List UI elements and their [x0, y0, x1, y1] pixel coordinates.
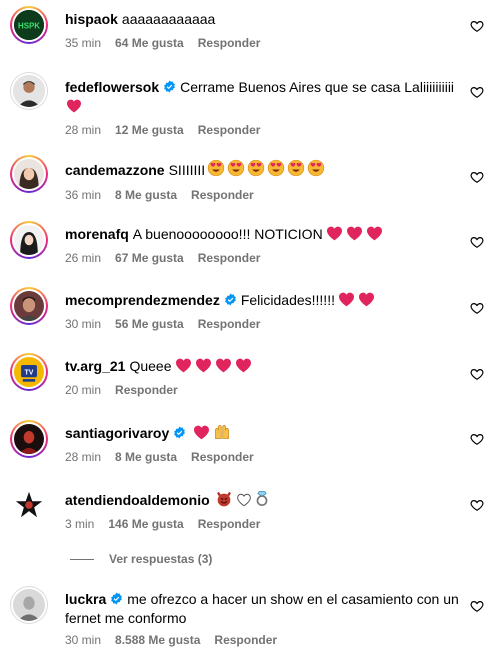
- svg-text:HSPK: HSPK: [18, 22, 40, 31]
- person-photo-icon: [14, 291, 44, 321]
- verified-badge-icon: [224, 293, 236, 306]
- comment-username[interactable]: hispaok: [65, 11, 118, 27]
- reply-button[interactable]: Responder: [198, 317, 261, 331]
- like-heart-icon[interactable]: [470, 498, 484, 512]
- like-heart-icon[interactable]: [470, 85, 484, 99]
- person-photo-icon: [13, 75, 45, 107]
- comment-likes[interactable]: 8 Me gusta: [115, 450, 177, 464]
- avatar[interactable]: [10, 486, 48, 524]
- comment-text: me ofrezco a hacer un show en el casamie…: [65, 591, 459, 626]
- like-heart-icon[interactable]: [470, 301, 484, 315]
- comment-likes[interactable]: 56 Me gusta: [115, 317, 184, 331]
- comment-username[interactable]: atendiendoaldemonio: [65, 492, 210, 508]
- comment-text: A buenoooooooo!!! NOTICION: [132, 226, 323, 242]
- comment-likes[interactable]: 67 Me gusta: [115, 251, 184, 265]
- comment-text: Queee: [129, 358, 172, 374]
- avatar[interactable]: [10, 420, 48, 458]
- raised-hands-emoji: [215, 425, 230, 439]
- like-heart-icon[interactable]: [470, 19, 484, 33]
- comment-text: Cerrame Buenos Aires que se casa Laliiii…: [180, 79, 455, 95]
- avatar[interactable]: TV: [10, 353, 48, 391]
- comment-time[interactable]: 20 min: [65, 383, 101, 397]
- hispaok-logo: HSPK: [14, 10, 44, 40]
- comment-time[interactable]: 30 min: [65, 317, 101, 331]
- reply-button[interactable]: Responder: [198, 123, 261, 137]
- reply-button[interactable]: Responder: [214, 633, 277, 647]
- reply-button[interactable]: Responder: [191, 188, 254, 202]
- comment-likes[interactable]: 8 Me gusta: [115, 188, 177, 202]
- comment-username[interactable]: tv.arg_21: [65, 358, 125, 374]
- verified-badge-icon: [174, 426, 186, 439]
- reply-button[interactable]: Responder: [198, 36, 261, 50]
- view-replies-button[interactable]: Ver respuestas (3): [70, 552, 212, 566]
- comment-time[interactable]: 35 min: [65, 36, 101, 50]
- reply-button[interactable]: Responder: [198, 517, 261, 531]
- avatar[interactable]: [10, 287, 48, 325]
- avatar[interactable]: [10, 221, 48, 259]
- red-hearts-emoji: [323, 226, 383, 242]
- reply-button[interactable]: Responder: [198, 251, 261, 265]
- red-hearts-emoji: [335, 292, 375, 308]
- comment-time[interactable]: 36 min: [65, 188, 101, 202]
- comment-time[interactable]: 28 min: [65, 450, 101, 464]
- comment-username[interactable]: luckra: [65, 591, 106, 607]
- comment-username[interactable]: morenafq: [65, 226, 129, 242]
- comment-username[interactable]: candemazzone: [65, 162, 165, 178]
- red-heart-emoji: [190, 425, 210, 441]
- red-hearts-emoji: [172, 358, 252, 374]
- like-heart-icon[interactable]: [470, 432, 484, 446]
- comment-username[interactable]: santiagorivaroy: [65, 425, 169, 441]
- person-photo-icon: [14, 424, 44, 454]
- white-heart-emoji: [236, 493, 251, 507]
- comment-likes[interactable]: 8.588 Me gusta: [115, 633, 200, 647]
- person-photo-icon: [14, 225, 44, 255]
- star-logo-icon: [13, 489, 45, 521]
- verified-badge-icon: [111, 592, 123, 605]
- comment-time[interactable]: 30 min: [65, 633, 101, 647]
- like-heart-icon[interactable]: [470, 599, 484, 613]
- comment-username[interactable]: mecomprendezmendez: [65, 292, 220, 308]
- ring-emoji: [256, 491, 268, 506]
- avatar[interactable]: [10, 586, 48, 624]
- svg-text:TV: TV: [24, 370, 33, 377]
- avatar[interactable]: HSPK: [10, 6, 48, 44]
- comment-text: Felicidades!!!!!!: [240, 292, 335, 308]
- heart-eyes-emoji-row: [205, 159, 325, 178]
- divider-line: [70, 558, 94, 560]
- person-photo-icon: [14, 159, 44, 189]
- comment-time[interactable]: 3 min: [65, 517, 94, 531]
- comment-text: SIIIIIII: [168, 162, 206, 178]
- comment-likes[interactable]: 146 Me gusta: [108, 517, 183, 531]
- reply-button[interactable]: Responder: [115, 383, 178, 397]
- like-heart-icon[interactable]: [470, 235, 484, 249]
- avatar[interactable]: [10, 155, 48, 193]
- red-heart-emoji: [67, 99, 81, 113]
- comment-likes[interactable]: 64 Me gusta: [115, 36, 184, 50]
- comment-text: aaaaaaaaaaaa: [121, 11, 216, 27]
- view-replies-label: Ver respuestas (3): [109, 552, 213, 566]
- verified-badge-icon: [164, 80, 176, 93]
- smiling-devil-emoji: [216, 491, 231, 507]
- avatar[interactable]: [10, 72, 48, 110]
- comment-time[interactable]: 26 min: [65, 251, 101, 265]
- comment-likes[interactable]: 12 Me gusta: [115, 123, 184, 137]
- like-heart-icon[interactable]: [470, 367, 484, 381]
- comment-username[interactable]: fedeflowersok: [65, 79, 159, 95]
- reply-button[interactable]: Responder: [191, 450, 254, 464]
- tv-logo: TV: [14, 357, 44, 387]
- comment-time[interactable]: 28 min: [65, 123, 101, 137]
- like-heart-icon[interactable]: [470, 170, 484, 184]
- person-photo-icon: [13, 589, 45, 621]
